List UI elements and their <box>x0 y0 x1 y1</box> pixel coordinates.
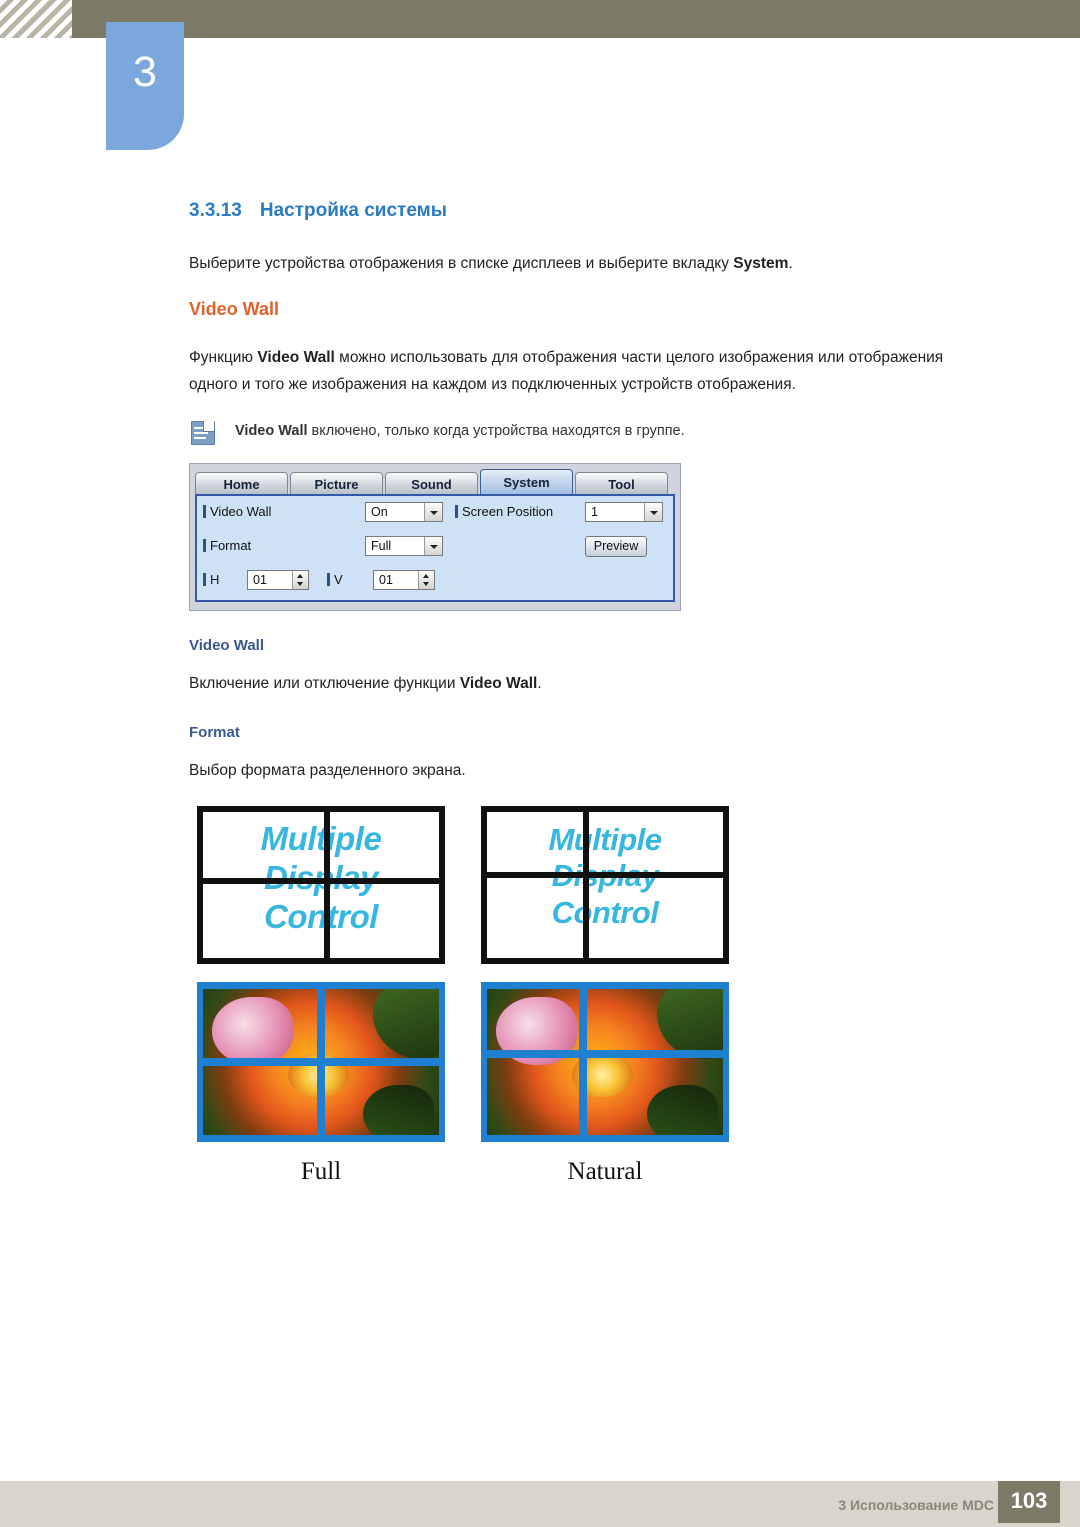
tab-system[interactable]: System <box>480 469 573 496</box>
h-spinner-wrap: 01 <box>247 570 309 591</box>
section-heading: 3.3.13 Настройка системы <box>189 200 979 222</box>
section-number: 3.3.13 <box>189 200 242 221</box>
chapter-number-badge: 3 <box>106 22 184 150</box>
h-row: H <box>203 572 225 587</box>
wall-wireframe-full: Multiple Display Control <box>197 805 445 964</box>
v-spinner-value: 01 <box>379 573 393 588</box>
format-select[interactable]: Full <box>365 536 443 557</box>
video-wall-sub-text-1: Включение или отключение функции <box>189 675 460 693</box>
video-wall-field-label: Video Wall <box>210 504 272 520</box>
note-block: Video Wall включено, только когда устрой… <box>189 420 979 446</box>
wall-divider-horizontal <box>203 877 439 884</box>
video-wall-sub-text-2: . <box>537 675 542 693</box>
screen-position-select[interactable]: 1 <box>585 502 663 523</box>
screen-position-select-value: 1 <box>591 505 598 520</box>
chevron-down-icon[interactable] <box>644 503 662 522</box>
video-wall-row: Video Wall <box>203 504 277 519</box>
format-figures: Multiple Display Control Multiple Displa… <box>197 805 777 1186</box>
video-wall-select-value: On <box>371 505 388 520</box>
wall-divider-vertical <box>583 811 589 958</box>
video-wall-desc-bold: Video Wall <box>257 349 335 367</box>
wall-text-line1: Multiple <box>260 819 382 857</box>
caption-natural: Natural <box>567 1157 643 1185</box>
wall-wireframe-natural: Multiple Display Control <box>481 805 729 964</box>
section-intro-bold: System <box>733 255 789 272</box>
video-wall-combo-wrap: On <box>365 502 443 523</box>
spinner-arrows-icon[interactable] <box>292 571 308 590</box>
flower-image <box>487 988 723 1135</box>
chevron-down-icon[interactable] <box>424 537 442 556</box>
section-title: Настройка системы <box>259 200 447 221</box>
field-marker-icon <box>203 539 206 553</box>
format-sub-paragraph: Выбор формата разделенного экрана. <box>189 761 466 779</box>
screen-position-row: Screen Position <box>455 504 559 519</box>
header-hatch-pattern <box>0 0 72 38</box>
video-wall-heading: Video Wall <box>189 299 280 320</box>
v-field-label: V <box>334 572 343 588</box>
field-marker-icon <box>327 573 330 587</box>
tab-home[interactable]: Home <box>195 472 288 496</box>
video-wall-description: Функцию Video Wall можно использовать дл… <box>189 344 979 398</box>
video-wall-sub-text-bold: Video Wall <box>459 675 538 693</box>
mdc-tab-bar: Home Picture Sound System Tool <box>195 469 675 496</box>
h-spinner-value: 01 <box>253 573 267 588</box>
v-spinner[interactable]: 01 <box>373 570 435 591</box>
wall-divider-vertical <box>324 811 330 958</box>
preview-button[interactable]: Preview <box>585 536 647 558</box>
video-wall-sub-paragraph: Включение или отключение функции Video W… <box>189 670 979 697</box>
wall-photo-natural <box>481 981 729 1142</box>
note-rest: включено, только когда устройства находя… <box>307 423 685 440</box>
chapter-title: Использование MDC <box>222 42 526 74</box>
photo-divider-horizontal <box>197 1057 445 1066</box>
h-spinner[interactable]: 01 <box>247 570 309 591</box>
format-sub-heading: Format <box>189 723 240 741</box>
note-icon <box>189 421 217 446</box>
spinner-arrows-icon[interactable] <box>418 571 434 590</box>
footer-page-number: 103 <box>998 1481 1060 1523</box>
section-intro-paragraph: Выберите устройства отображения в списке… <box>189 250 979 277</box>
screen-position-field-label: Screen Position <box>462 504 554 520</box>
photo-divider-horizontal <box>481 1049 729 1058</box>
figure-captions: Full Natural <box>197 1158 777 1186</box>
wireframe-figure-row: Multiple Display Control Multiple Displa… <box>197 805 777 964</box>
section-intro-before: Выберите устройства отображения в списке… <box>189 255 734 272</box>
preview-button-wrap: Preview <box>585 536 647 558</box>
wall-text-line1: Multiple <box>548 821 662 857</box>
v-spinner-wrap: 01 <box>373 570 435 591</box>
format-field-label: Format <box>210 538 252 554</box>
page-content: 3.3.13 Настройка системы Выберите устройс… <box>189 200 979 1186</box>
field-marker-icon <box>455 505 458 519</box>
wall-photo-full <box>197 981 445 1142</box>
format-combo-wrap: Full <box>365 536 443 557</box>
note-bold: Video Wall <box>235 423 308 440</box>
h-field-label: H <box>210 572 220 588</box>
chevron-down-icon[interactable] <box>424 503 442 522</box>
mdc-system-tab-screenshot: Home Picture Sound System Tool Video Wal… <box>189 463 681 612</box>
caption-full: Full <box>300 1157 342 1185</box>
tab-sound[interactable]: Sound <box>385 472 478 496</box>
tab-tool[interactable]: Tool <box>575 472 668 496</box>
format-row: Format <box>203 538 257 553</box>
wall-divider-horizontal <box>487 871 723 878</box>
chapter-number: 3 <box>133 48 157 96</box>
field-marker-icon <box>203 573 206 587</box>
photo-figure-row <box>197 981 777 1142</box>
video-wall-desc-1: Функцию <box>189 349 258 367</box>
photo-divider-vertical <box>579 981 587 1142</box>
tab-picture[interactable]: Picture <box>290 472 383 496</box>
footer-chapter-label: 3 Использование MDC <box>838 1497 994 1513</box>
format-select-value: Full <box>371 539 392 554</box>
field-marker-icon <box>203 505 206 519</box>
screen-position-combo-wrap: 1 <box>585 502 663 523</box>
mdc-system-panel: Video Wall On Screen Position 1 Format F… <box>195 494 675 603</box>
wall-text-line3: Control <box>264 897 378 935</box>
wall-text-line3: Control <box>551 894 659 930</box>
note-text: Video Wall включено, только когда устрой… <box>235 420 685 443</box>
section-intro-after: . <box>788 255 793 272</box>
video-wall-select[interactable]: On <box>365 502 443 523</box>
video-wall-sub-heading: Video Wall <box>189 637 265 655</box>
v-row: V <box>327 572 349 587</box>
